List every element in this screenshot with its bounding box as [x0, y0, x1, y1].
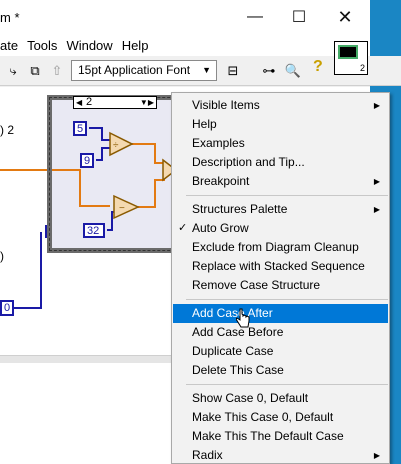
menu-item-breakpoint[interactable]: Breakpoint ▶	[173, 172, 388, 191]
submenu-arrow-icon: ▶	[373, 101, 380, 110]
menu-separator	[186, 195, 388, 196]
menu-item-auto-grow[interactable]: ✓ Auto Grow	[173, 219, 388, 238]
menu-item-replace-with-stacked-sequence[interactable]: Replace with Stacked Sequence	[173, 257, 388, 276]
menu-item-exclude-from-cleanup[interactable]: Exclude from Diagram Cleanup	[173, 238, 388, 257]
svg-text:−: −	[119, 203, 125, 214]
menu-item-label: Make This Case 0, Default	[192, 410, 334, 424]
menu-separator	[186, 299, 388, 300]
svg-text:÷: ÷	[113, 140, 119, 151]
menu-item-remove-case-structure[interactable]: Remove Case Structure	[173, 276, 388, 295]
menu-item-examples[interactable]: Examples	[173, 134, 388, 153]
checkmark-icon: ✓	[178, 222, 188, 234]
menu-item-help[interactable]: Help	[173, 115, 388, 134]
menu-item-label: Add Case After	[192, 306, 273, 320]
menu-item-radix[interactable]: Radix ▶	[173, 446, 388, 464]
menu-item-label: Examples	[192, 136, 245, 150]
menu-item-description-and-tip[interactable]: Description and Tip...	[173, 153, 388, 172]
submenu-arrow-icon: ▶	[373, 451, 380, 460]
submenu-arrow-icon: ▶	[373, 205, 380, 214]
submenu-arrow-icon: ▶	[373, 177, 380, 186]
menu-item-label: Remove Case Structure	[192, 278, 321, 292]
menu-item-add-case-before[interactable]: Add Case Before	[173, 323, 388, 342]
menu-item-label: Auto Grow	[192, 221, 249, 235]
menu-item-label: Radix	[192, 448, 223, 462]
menu-item-make-default-case[interactable]: Make This The Default Case	[173, 427, 388, 446]
mouse-cursor-icon	[236, 308, 250, 328]
context-menu: Visible Items ▶ Help Examples Descriptio…	[171, 92, 390, 464]
menu-item-label: Delete This Case	[192, 363, 284, 377]
menu-item-label: Replace with Stacked Sequence	[192, 259, 365, 273]
menu-item-add-case-after[interactable]: Add Case After	[173, 304, 388, 323]
menu-item-make-this-case-0-default[interactable]: Make This Case 0, Default	[173, 408, 388, 427]
menu-item-label: Breakpoint	[192, 174, 250, 188]
menu-item-label: Help	[192, 117, 217, 131]
menu-item-label: Description and Tip...	[192, 155, 305, 169]
menu-item-label: Duplicate Case	[192, 344, 274, 358]
menu-item-label: Structures Palette	[192, 202, 288, 216]
menu-item-label: Visible Items	[192, 98, 260, 112]
menu-item-label: Make This The Default Case	[192, 429, 344, 443]
menu-item-show-case-0-default[interactable]: Show Case 0, Default	[173, 389, 388, 408]
menu-item-label: Exclude from Diagram Cleanup	[192, 240, 359, 254]
menu-item-label: Show Case 0, Default	[192, 391, 309, 405]
menu-separator	[186, 384, 388, 385]
menu-item-duplicate-case[interactable]: Duplicate Case	[173, 342, 388, 361]
menu-item-visible-items[interactable]: Visible Items ▶	[173, 96, 388, 115]
menu-item-structures-palette[interactable]: Structures Palette ▶	[173, 200, 388, 219]
menu-item-delete-this-case[interactable]: Delete This Case	[173, 361, 388, 380]
